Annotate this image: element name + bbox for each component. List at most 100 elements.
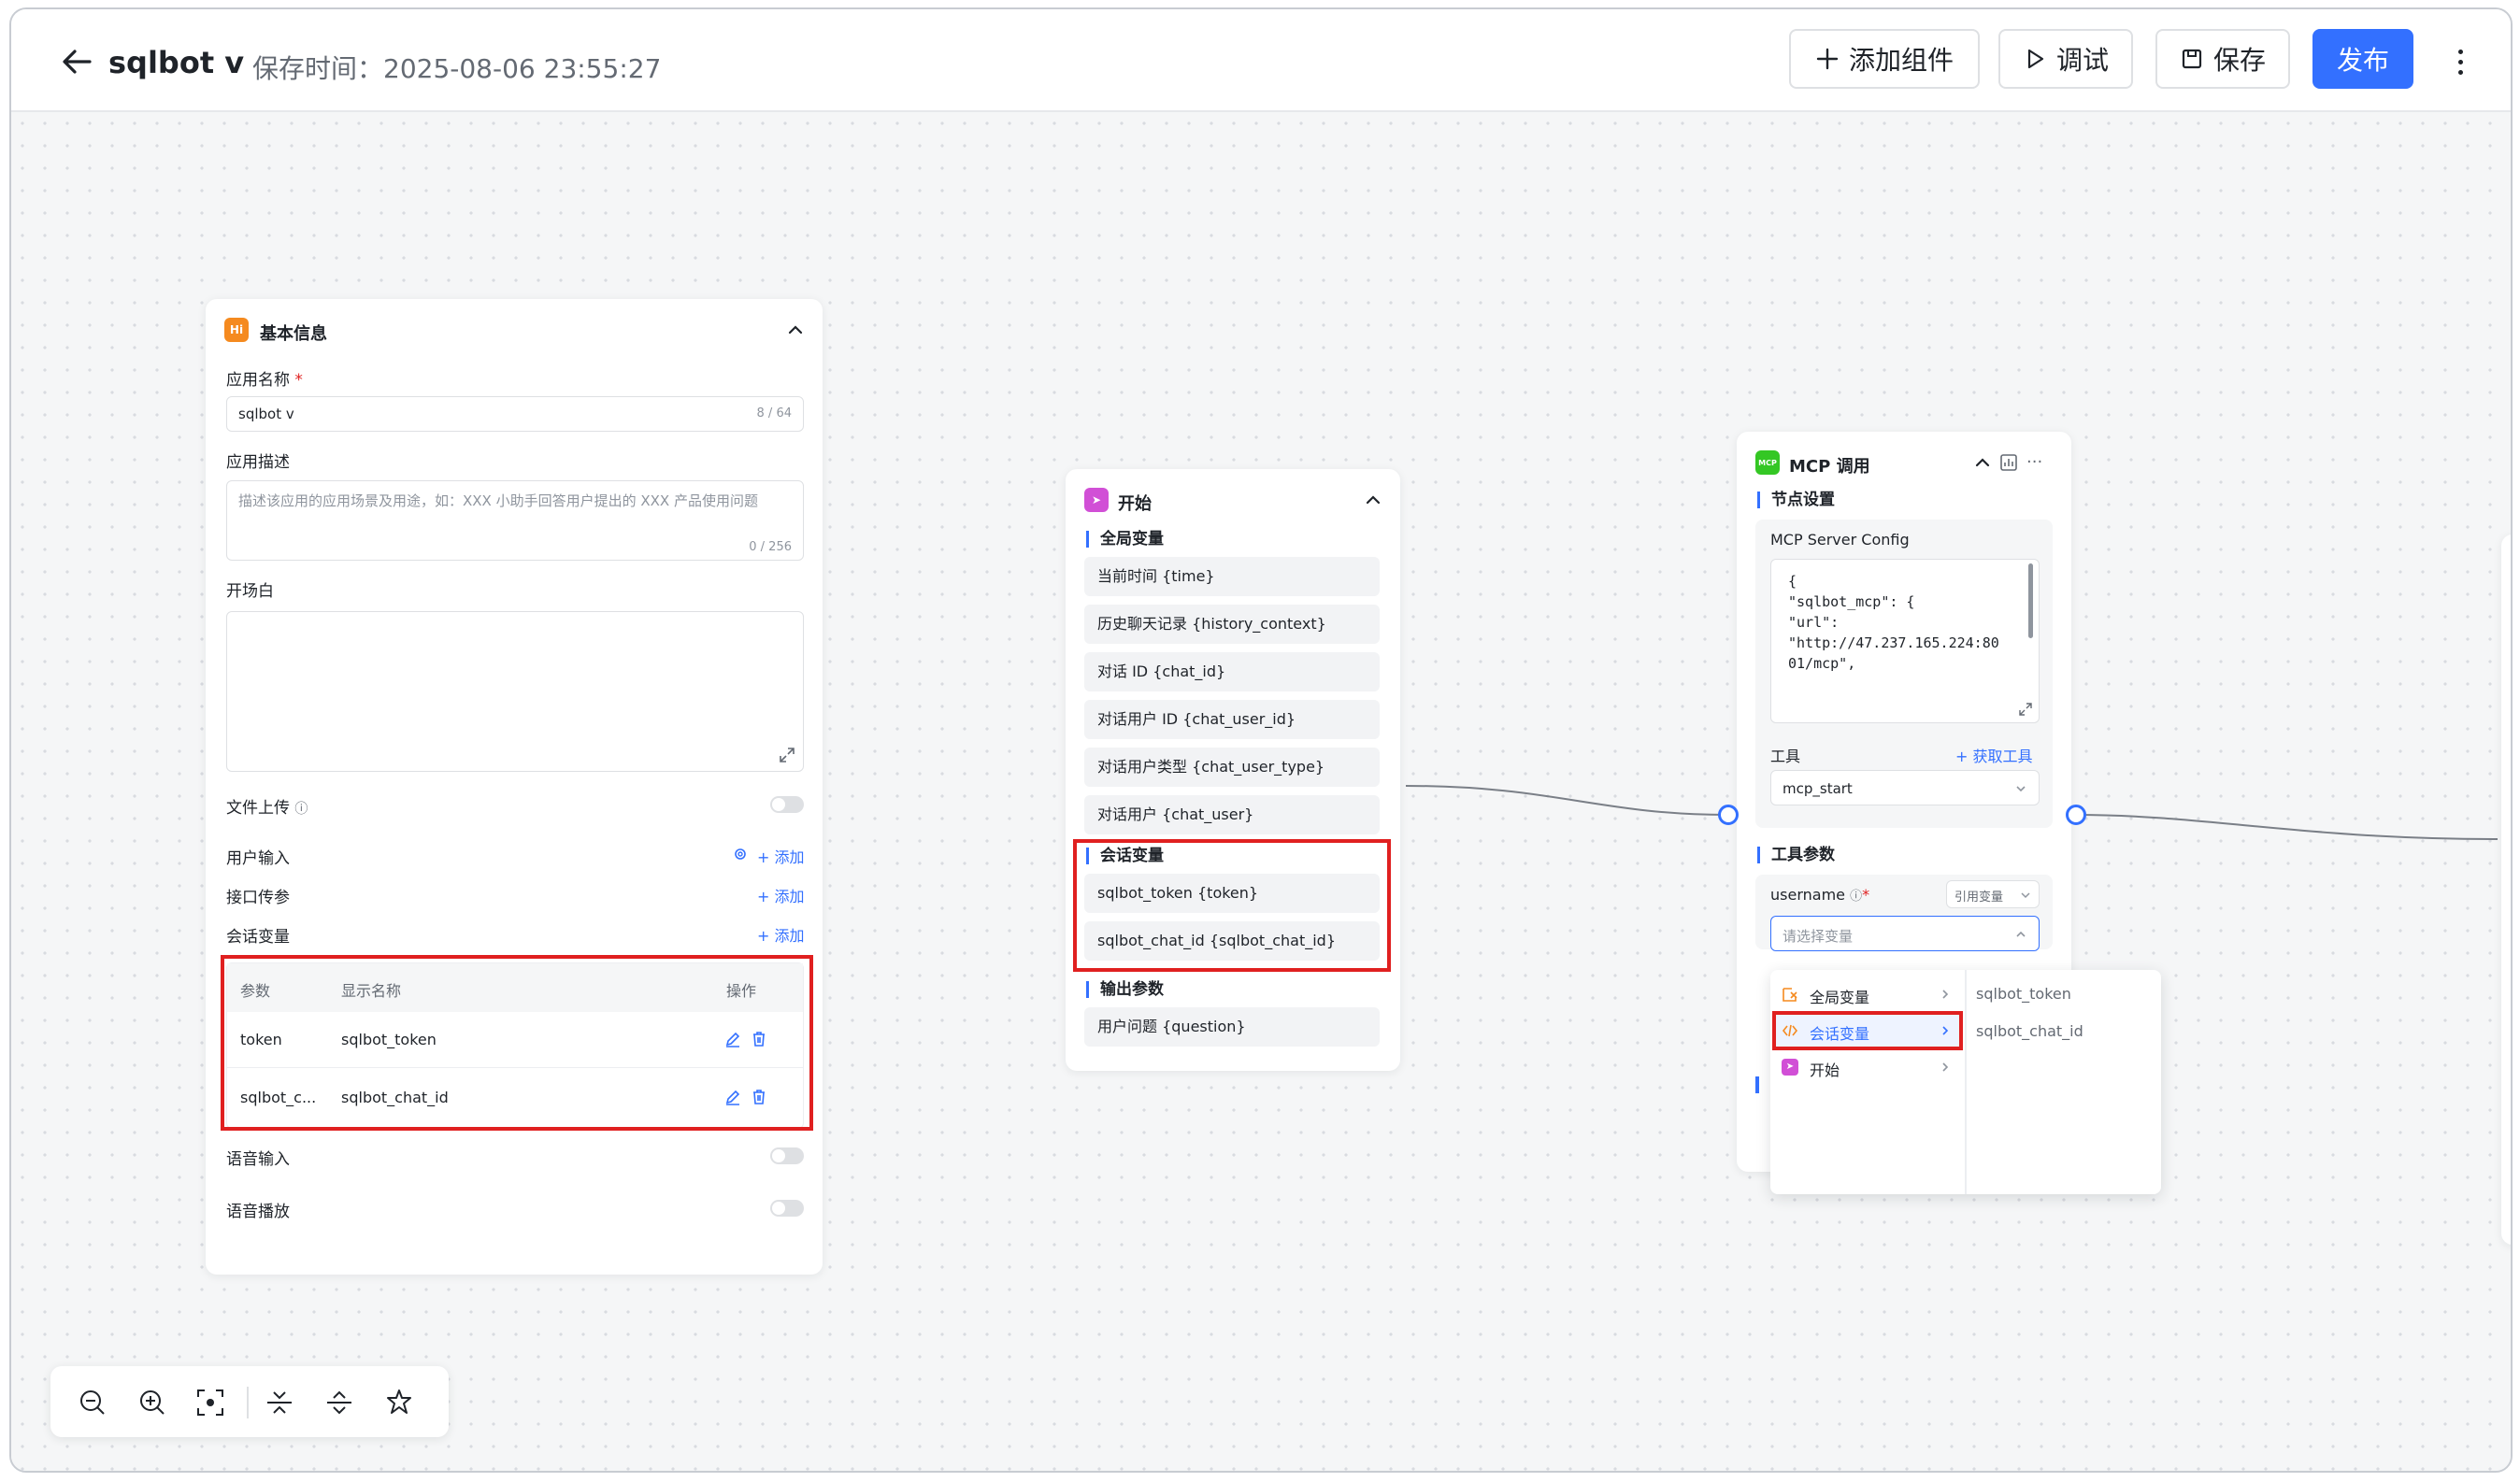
app-desc-placeholder: 描述该应用的应用场景及用途，如：XXX 小助手回答用户提出的 XXX 产品使用问…	[238, 492, 758, 509]
chevron-down-icon	[2016, 786, 2026, 792]
user-input-label: 用户输入	[226, 849, 290, 868]
play-icon	[2027, 49, 2044, 69]
config-line: {	[1788, 573, 1797, 590]
debug-label: 调试	[2055, 45, 2109, 76]
app-name-count: 8 / 64	[756, 406, 792, 420]
api-param-add-link[interactable]: + 添加	[757, 884, 805, 906]
basic-info-title: 基本信息	[260, 324, 327, 344]
mcp-output-port[interactable]	[2066, 805, 2086, 825]
global-var-item: 对话 ID {chat_id}	[1084, 652, 1380, 691]
highlight-session-vars	[1073, 839, 1391, 972]
ref-var-label: 引用变量	[1954, 891, 2004, 905]
output-item: 用户问题 {question}	[1084, 1007, 1380, 1047]
expand-all-icon[interactable]	[323, 1387, 355, 1418]
output-heading: 输出参数	[1086, 981, 1164, 998]
global-var-item: 历史聊天记录 {history_context}	[1084, 605, 1380, 644]
app-desc-label: 应用描述	[226, 453, 290, 472]
variable-select-placeholder: 请选择变量	[1783, 928, 1854, 945]
voice-play-label: 语音播放	[226, 1203, 290, 1221]
more-menu-icon[interactable]	[2441, 43, 2479, 80]
toolbar-divider	[247, 1387, 249, 1418]
publish-button[interactable]: 发布	[2312, 29, 2413, 89]
chart-icon[interactable]	[2000, 454, 2017, 471]
section-marker	[1755, 1076, 1759, 1093]
canvas-toolbar	[50, 1366, 449, 1437]
config-line: "http://47.237.165.224:80	[1788, 634, 1999, 651]
cascader-label: 开始	[1810, 1062, 1840, 1079]
expand-icon[interactable]	[779, 747, 795, 763]
app-title: sqlbot v	[108, 45, 245, 80]
auto-layout-icon[interactable]	[383, 1387, 415, 1418]
server-config-label: MCP Server Config	[1770, 531, 1910, 549]
add-component-label: 添加组件	[1848, 45, 1954, 76]
server-config-editor[interactable]: { "sqlbot_mcp": { "url": "http://47.237.…	[1770, 559, 2040, 723]
global-var-item: 当前时间 {time}	[1084, 557, 1380, 596]
cascader-sub-option[interactable]: sqlbot_token	[1976, 985, 2071, 1003]
add-component-button[interactable]: 添加组件	[1789, 29, 1980, 89]
gear-icon[interactable]	[733, 847, 748, 862]
edge-mcp-out	[2074, 814, 2499, 840]
collapse-chevron-icon[interactable]	[1363, 490, 1383, 510]
workflow-canvas[interactable]: Hi 基本信息 应用名称 * sqlbot v 8 / 64 应用描述 描述该应…	[11, 112, 2511, 1471]
global-var-item: 对话用户 {chat_user}	[1084, 795, 1380, 834]
voice-input-toggle[interactable]	[770, 1147, 804, 1164]
global-var-icon	[1783, 988, 1797, 1002]
node-settings-heading: 节点设置	[1757, 492, 1835, 508]
zoom-out-icon[interactable]	[77, 1387, 108, 1418]
zoom-in-icon[interactable]	[136, 1387, 168, 1418]
user-input-add-link[interactable]: + 添加	[757, 845, 805, 867]
app-name-value: sqlbot v	[238, 406, 294, 422]
get-tools-link[interactable]: + 获取工具	[1955, 744, 2033, 766]
scrollbar[interactable]	[2028, 563, 2033, 638]
file-upload-label: 文件上传 ⓘ	[226, 799, 308, 818]
chevron-down-icon	[2021, 892, 2030, 899]
app-desc-textarea[interactable]: 描述该应用的应用场景及用途，如：XXX 小助手回答用户提出的 XXX 产品使用问…	[226, 480, 804, 561]
session-var-label: 会话变量	[226, 928, 290, 947]
global-var-item: 对话用户类型 {chat_user_type}	[1084, 748, 1380, 787]
app-name-label: 应用名称 *	[226, 371, 303, 390]
app-name-input[interactable]: sqlbot v 8 / 64	[226, 396, 804, 432]
cascader-sub-option[interactable]: sqlbot_chat_id	[1976, 1022, 2083, 1040]
ref-var-select[interactable]: 引用变量	[1946, 880, 2040, 908]
start-pointer-icon: ➤	[1084, 488, 1109, 512]
ellipsis-icon[interactable]: ···	[2026, 452, 2042, 472]
next-node-panel[interactable]	[2501, 534, 2511, 1245]
session-var-add-link[interactable]: + 添加	[757, 923, 805, 946]
mcp-title: MCP 调用	[1789, 457, 1870, 477]
mcp-icon: MCP	[1755, 450, 1780, 475]
floppy-icon	[2182, 49, 2202, 69]
chevron-right-icon	[1942, 990, 1949, 999]
start-title: 开始	[1118, 494, 1152, 514]
tool-label: 工具	[1770, 748, 1801, 765]
collapse-all-icon[interactable]	[264, 1387, 295, 1418]
save-time: 保存时间：2025-08-06 23:55:27	[252, 53, 662, 84]
back-arrow-icon[interactable]	[58, 43, 95, 80]
variable-cascader: 全局变量 会话变量 ➤ 开始 sqlbot_token sqlbot_chat_…	[1770, 970, 2161, 1194]
username-label: username ⓘ*	[1770, 886, 1870, 904]
file-upload-toggle[interactable]	[770, 796, 804, 813]
debug-button[interactable]: 调试	[1998, 29, 2133, 89]
save-button[interactable]: 保存	[2155, 29, 2290, 89]
global-vars-heading: 全局变量	[1086, 531, 1164, 548]
start-node-panel[interactable]: ➤ 开始 全局变量 当前时间 {time} 历史聊天记录 {history_co…	[1066, 469, 1400, 1071]
cascader-option-global[interactable]: 全局变量	[1770, 977, 1965, 1011]
collapse-chevron-icon[interactable]	[1972, 452, 1993, 473]
mcp-input-port[interactable]	[1718, 805, 1739, 825]
collapse-chevron-icon[interactable]	[785, 320, 806, 340]
expand-icon[interactable]	[2018, 702, 2033, 717]
config-line: "url":	[1788, 614, 1840, 631]
opening-label: 开场白	[226, 582, 274, 601]
cascader-label: 全局变量	[1810, 989, 1870, 1006]
top-header: sqlbot v 保存时间：2025-08-06 23:55:27 添加组件 调…	[11, 9, 2511, 112]
opening-textarea[interactable]	[226, 611, 804, 772]
variable-select[interactable]: 请选择变量	[1770, 916, 2040, 951]
voice-play-toggle[interactable]	[770, 1200, 804, 1217]
tool-select[interactable]: mcp_start	[1770, 770, 2040, 805]
fit-view-icon[interactable]	[194, 1387, 226, 1418]
cascader-option-start[interactable]: ➤ 开始	[1770, 1050, 1965, 1084]
app-desc-count: 0 / 256	[749, 540, 792, 554]
tool-params-heading: 工具参数	[1757, 847, 1835, 863]
highlight-session-option	[1772, 1011, 1963, 1050]
chevron-right-icon	[1942, 1062, 1949, 1072]
edge-start-to-mcp	[1405, 785, 1728, 816]
